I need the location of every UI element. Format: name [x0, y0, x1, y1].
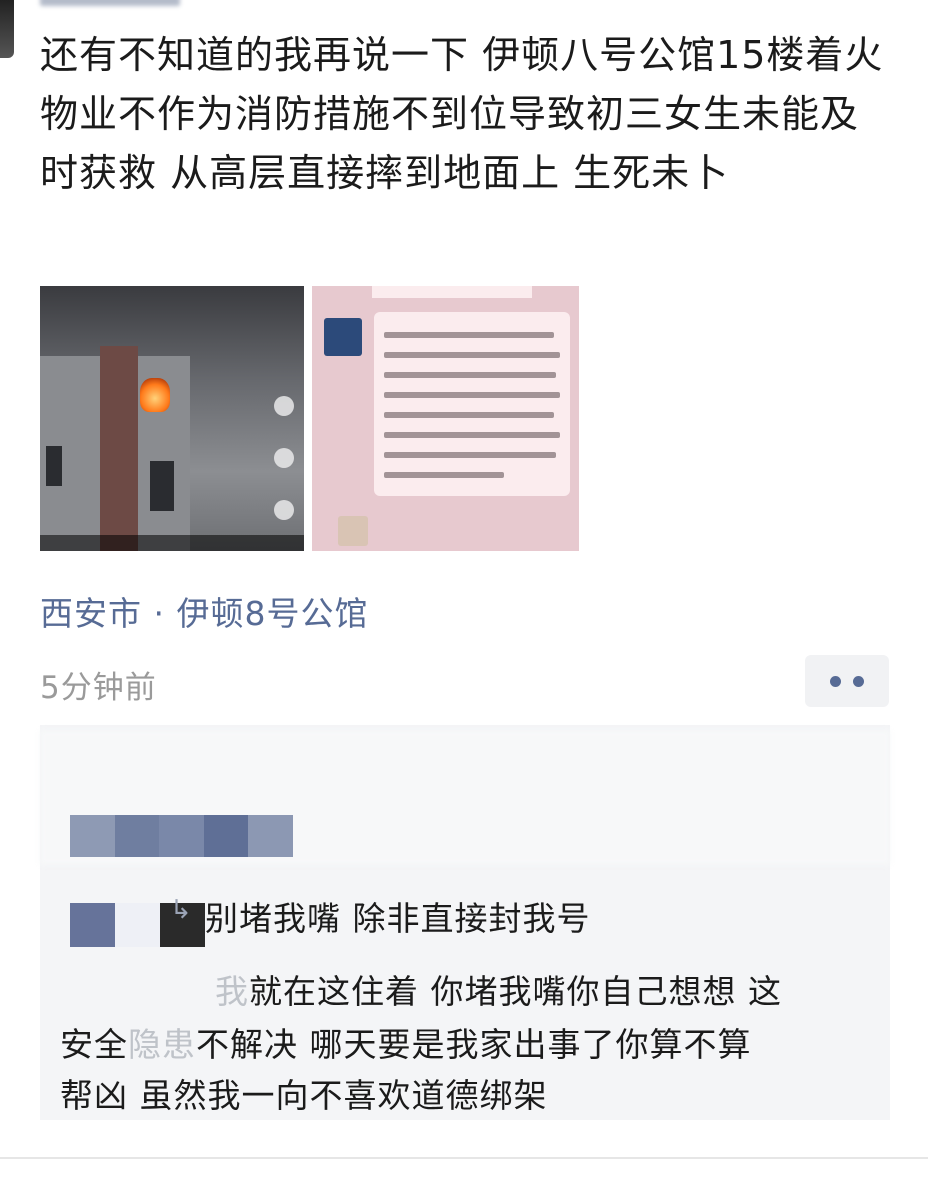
comment-text: 帮凶 虽然我一向不喜欢道德绑架: [60, 1076, 548, 1115]
reply-text: 别堵我嘴 除非直接封我号: [205, 899, 591, 938]
share-icon: [274, 500, 294, 520]
post-image-chat[interactable]: [312, 286, 579, 551]
chat-text-line: [384, 472, 504, 478]
chat-text-line: [384, 352, 560, 358]
comment-text-faded: 我: [215, 972, 249, 1011]
chat-text-line: [384, 372, 556, 378]
window: [46, 446, 62, 486]
video-caption-bar: [40, 535, 304, 551]
chat-text-line: [384, 412, 554, 418]
chat-avatar: [338, 516, 368, 546]
comment-text-faded: 隐患: [128, 1025, 196, 1064]
comment-text: 就在这住着 你堵我嘴你自己想想 这: [249, 972, 782, 1011]
chat-text-line: [384, 392, 560, 398]
post-timestamp: 5分钟前: [40, 670, 157, 706]
post-image-fire[interactable]: [40, 286, 304, 551]
chat-text-line: [384, 432, 560, 438]
video-side-icons: [274, 396, 296, 551]
post-text: 还有不知道的我再说一下 伊顿八号公馆15楼着火 物业不作为消防措施不到位导致初三…: [40, 33, 884, 195]
comment-text: 安全: [60, 1025, 128, 1064]
location-link[interactable]: 西安市 · 伊顿8号公馆: [40, 587, 368, 635]
comment-icon: [274, 448, 294, 468]
chat-avatar: [324, 318, 362, 356]
more-options-button[interactable]: [805, 655, 889, 707]
chat-top-bubble: [372, 286, 532, 298]
reply-arrow-icon: ↳: [170, 895, 192, 925]
commenter-name-redacted: [70, 815, 293, 857]
chat-bubble: [374, 312, 570, 496]
like-icon: [274, 396, 294, 416]
chat-text-line: [384, 452, 556, 458]
comment-text: 不解决 哪天要是我家出事了你算不算: [196, 1025, 752, 1064]
feed-divider: [0, 1157, 928, 1159]
chat-text-line: [384, 332, 554, 338]
more-options-icon: [830, 675, 841, 687]
window: [150, 461, 174, 511]
author-name-redacted: [40, 0, 180, 6]
author-avatar[interactable]: [0, 0, 14, 58]
fire-flame: [140, 378, 170, 412]
building-column: [100, 346, 138, 551]
more-options-icon: [853, 675, 864, 687]
